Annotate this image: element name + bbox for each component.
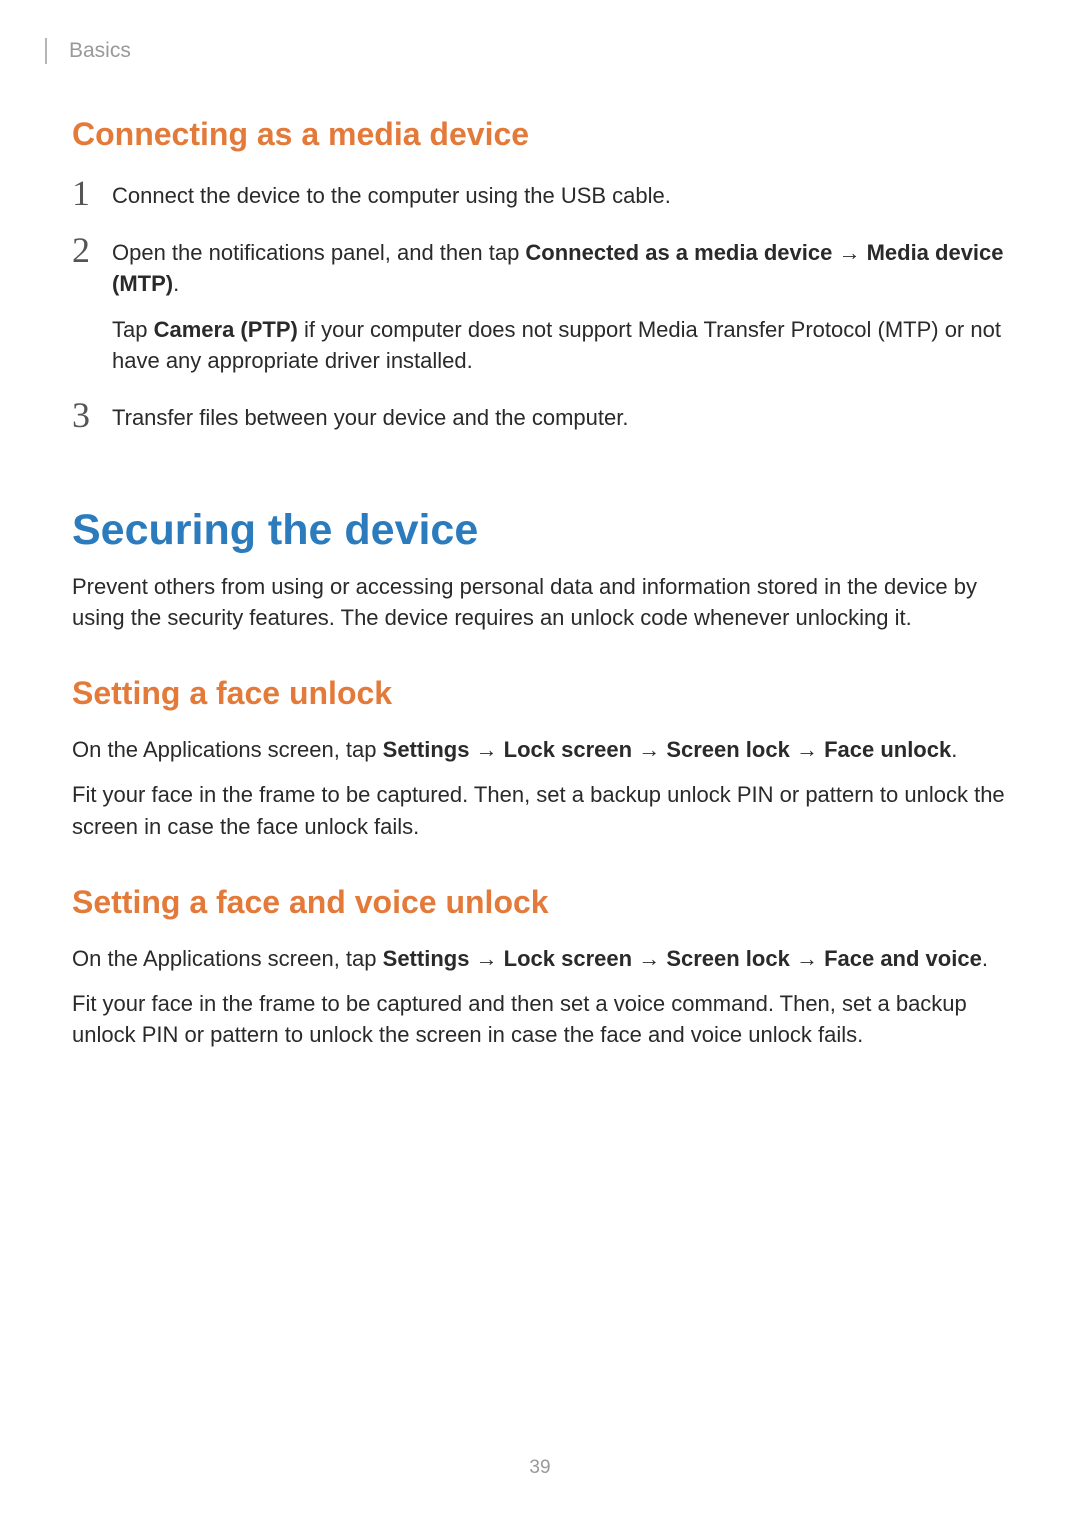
step-number: 1 [72,175,104,211]
steps-list: 1 Connect the device to the computer usi… [72,175,1008,434]
page-content: Connecting as a media device 1 Connect t… [0,116,1080,1051]
section-heading-face-voice-unlock: Setting a face and voice unlock [72,884,1008,921]
main-heading-securing: Securing the device [72,506,1008,555]
step-number: 2 [72,232,104,268]
step-3: 3 Transfer files between your device and… [72,397,1008,434]
breadcrumb-label: Basics [69,39,131,63]
face-voice-unlock-path: On the Applications screen, tap Settings… [72,943,1008,974]
step-1: 1 Connect the device to the computer usi… [72,175,1008,212]
step-body: Connect the device to the computer using… [112,175,1008,212]
face-unlock-path: On the Applications screen, tap Settings… [72,734,1008,765]
step-text: Transfer files between your device and t… [112,403,1008,434]
face-unlock-desc: Fit your face in the frame to be capture… [72,779,1008,841]
step-body: Open the notifications panel, and then t… [112,232,1008,377]
step-body: Transfer files between your device and t… [112,397,1008,434]
face-voice-unlock-desc: Fit your face in the frame to be capture… [72,988,1008,1050]
step-text: Open the notifications panel, and then t… [112,238,1008,300]
intro-paragraph: Prevent others from using or accessing p… [72,571,1008,633]
section-heading-face-unlock: Setting a face unlock [72,675,1008,712]
page-header: Basics [0,0,1080,64]
page-number: 39 [0,1457,1080,1479]
section-heading-media-device: Connecting as a media device [72,116,1008,153]
header-divider [45,38,47,64]
step-text: Connect the device to the computer using… [112,181,1008,212]
step-number: 3 [72,397,104,433]
step-text-secondary: Tap Camera (PTP) if your computer does n… [112,315,1008,377]
step-2: 2 Open the notifications panel, and then… [72,232,1008,377]
